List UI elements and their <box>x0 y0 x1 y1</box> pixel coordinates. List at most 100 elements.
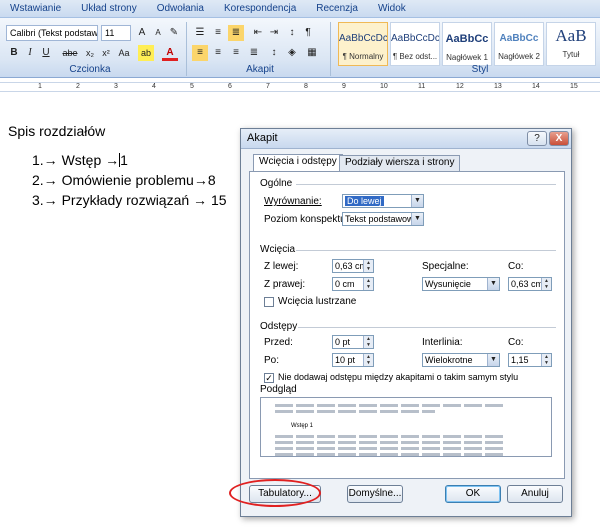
toc-item[interactable]: 2.→ Omówienie problemu→8 <box>32 170 227 190</box>
underline-button[interactable]: U <box>38 45 54 61</box>
horizontal-ruler[interactable]: 1 2 3 4 5 6 7 8 9 10 11 12 13 14 15 <box>0 82 600 92</box>
space-before-value: 0 pt <box>335 337 351 347</box>
indent-by-input[interactable]: 0,63 cm ▲ ▼ <box>508 277 552 291</box>
preview-sample: Wstęp 1 <box>291 423 314 429</box>
ribbon-tabs: Wstawianie Układ strony Odwołania Koresp… <box>0 0 600 18</box>
font-size-combo[interactable]: 11 <box>101 25 131 41</box>
spacing-heading: Odstępy <box>260 321 298 332</box>
font-name-combo[interactable]: Calibri (Tekst podstawc <box>6 25 98 41</box>
indent-by-value: 0,63 cm <box>511 279 544 289</box>
strikethrough-button[interactable]: abe <box>60 45 80 61</box>
line-spacing-at-label: Co: <box>508 337 524 348</box>
chevron-down-icon: ▼ <box>487 278 499 290</box>
ruler-mark: 9 <box>342 83 346 90</box>
outline-level-select[interactable]: Tekst podstawowy ▼ <box>342 212 424 226</box>
style-heading-1[interactable]: AaBbCc Nagłówek 1 <box>442 22 492 66</box>
ruler-mark: 7 <box>266 83 270 90</box>
left-indent-input[interactable]: 0,63 cm ▲ ▼ <box>332 259 374 273</box>
tab-insert[interactable]: Wstawianie <box>0 3 71 14</box>
special-indent-label: Specjalne: <box>422 261 469 272</box>
help-button[interactable]: ? <box>527 131 547 146</box>
tab-references[interactable]: Odwołania <box>147 3 214 14</box>
tab-line-page-breaks[interactable]: Podziały wiersza i strony <box>339 155 461 171</box>
subscript-button[interactable]: x₂ <box>82 45 98 61</box>
decrease-indent-icon[interactable]: ⇤ <box>250 25 266 41</box>
grow-font-icon[interactable]: A <box>134 25 150 41</box>
right-indent-input[interactable]: 0 cm ▲ ▼ <box>332 277 374 291</box>
tab-indents-spacing[interactable]: Wcięcia i odstępy <box>253 154 343 172</box>
close-button[interactable]: X <box>549 131 569 146</box>
general-heading: Ogólne <box>260 178 293 189</box>
align-left-icon[interactable]: ≡ <box>192 45 208 61</box>
highlight-button[interactable]: ab <box>138 45 154 61</box>
bold-button[interactable]: B <box>6 45 22 61</box>
style-preview: AaBbCc <box>445 33 489 45</box>
ruler-mark: 10 <box>380 83 388 90</box>
spinner-icon[interactable]: ▲ ▼ <box>363 354 373 366</box>
spinner-icon[interactable]: ▲ ▼ <box>363 278 373 290</box>
font-color-button[interactable]: A <box>162 45 178 61</box>
ribbon: Calibri (Tekst podstawc 11 A A ✎ B I U a… <box>0 18 600 78</box>
outline-level-value: Tekst podstawowy <box>345 214 419 224</box>
spinner-icon[interactable]: ▲ ▼ <box>363 336 373 348</box>
bullets-icon[interactable]: ☰ <box>192 25 208 41</box>
alignment-select[interactable]: Do lewej ▼ <box>342 194 424 208</box>
ruler-mark: 6 <box>228 83 232 90</box>
space-before-input[interactable]: 0 pt ▲ ▼ <box>332 335 374 349</box>
preview-line <box>275 404 505 407</box>
line-spacing-at-input[interactable]: 1,15 ▲ ▼ <box>508 353 552 367</box>
special-indent-value: Wysunięcie <box>425 279 471 289</box>
toc-item[interactable]: 1.→ Wstęp →1 <box>32 150 227 170</box>
shading-icon[interactable]: ◈ <box>284 45 300 61</box>
spinner-icon[interactable]: ▲ ▼ <box>541 354 551 366</box>
outline-level-label: Poziom konspektu: <box>264 214 349 225</box>
special-indent-select[interactable]: Wysunięcie ▼ <box>422 277 500 291</box>
default-button[interactable]: Domyślne... <box>347 485 403 503</box>
style-normal[interactable]: AaBbCcDc ¶ Normalny <box>338 22 388 66</box>
style-title[interactable]: AaB Tytuł <box>546 22 596 66</box>
preview-line <box>275 441 505 444</box>
spinner-icon[interactable]: ▲ ▼ <box>363 260 373 272</box>
numbering-icon[interactable]: ≡ <box>210 25 226 41</box>
clear-format-icon[interactable]: ✎ <box>166 25 182 41</box>
chevron-down-icon: ▼ <box>411 195 423 207</box>
section-divider <box>296 250 556 251</box>
show-marks-icon[interactable]: ¶ <box>300 25 316 41</box>
tab-review[interactable]: Recenzja <box>306 3 368 14</box>
chevron-down-icon: ▼ <box>487 354 499 366</box>
space-after-value: 10 pt <box>335 355 356 365</box>
shrink-font-icon[interactable]: A <box>150 25 166 41</box>
ruler-mark: 5 <box>190 83 194 90</box>
change-case-button[interactable]: Aa <box>114 45 134 61</box>
line-spacing-select[interactable]: Wielokrotne ▼ <box>422 353 500 367</box>
sort-icon[interactable]: ↕ <box>284 25 300 41</box>
ok-button[interactable]: OK <box>445 485 501 503</box>
superscript-button[interactable]: x² <box>98 45 114 61</box>
line-spacing-icon[interactable]: ↕ <box>266 45 282 61</box>
increase-indent-icon[interactable]: ⇥ <box>266 25 282 41</box>
style-preview: AaBbCcDc <box>339 33 387 44</box>
preview-heading: Podgląd <box>260 384 297 395</box>
dialog-title: Akapit <box>241 129 571 149</box>
tab-page-layout[interactable]: Układ strony <box>71 3 147 14</box>
italic-button[interactable]: I <box>22 45 38 61</box>
align-center-icon[interactable]: ≡ <box>210 45 226 61</box>
toc-item[interactable]: 3.→ Przykłady rozwiązań → 15 <box>32 190 227 210</box>
mirror-indents-checkbox[interactable] <box>264 297 274 307</box>
left-indent-label: Z lewej: <box>264 261 299 272</box>
style-no-spacing[interactable]: AaBbCcDc ¶ Bez odst... <box>390 22 440 66</box>
ruler-mark: 8 <box>304 83 308 90</box>
space-after-input[interactable]: 10 pt ▲ ▼ <box>332 353 374 367</box>
borders-icon[interactable]: ▦ <box>304 45 320 61</box>
cancel-button[interactable]: Anuluj <box>507 485 563 503</box>
style-heading-2[interactable]: AaBbCc Nagłówek 2 <box>494 22 544 66</box>
align-right-icon[interactable]: ≡ <box>228 45 244 61</box>
no-space-same-style-checkbox[interactable]: ✓ <box>264 373 274 383</box>
line-spacing-label: Interlinia: <box>422 337 463 348</box>
ruler-mark: 2 <box>76 83 80 90</box>
tab-view[interactable]: Widok <box>368 3 416 14</box>
spinner-icon[interactable]: ▲ ▼ <box>541 278 551 290</box>
justify-icon[interactable]: ≣ <box>246 45 262 61</box>
tab-mailings[interactable]: Korespondencja <box>214 3 306 14</box>
multilevel-list-icon[interactable]: ≣ <box>228 25 244 41</box>
